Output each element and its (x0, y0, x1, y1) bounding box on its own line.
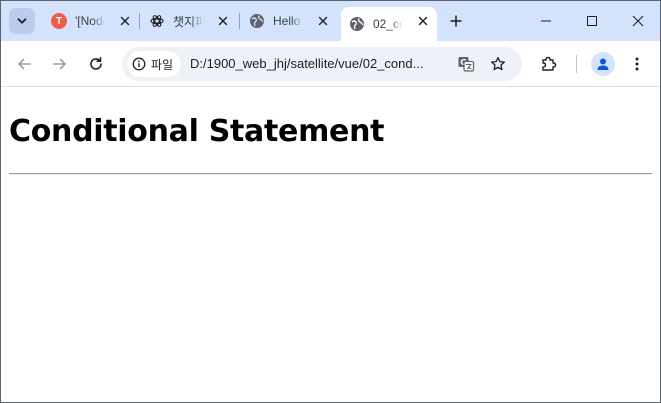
page-content: Conditional Statement (1, 88, 660, 402)
tab-chatgpt[interactable]: 챗지피티 (141, 7, 237, 35)
plus-icon (450, 15, 462, 27)
browser-window: T '[Node 챗지피티 Hello (0, 0, 661, 403)
close-icon (632, 15, 644, 27)
forward-button[interactable] (46, 50, 74, 78)
tab-close-button[interactable] (315, 13, 331, 29)
site-info-chip[interactable]: 파일 (127, 51, 182, 77)
back-button[interactable] (10, 50, 38, 78)
tab-active[interactable]: 02_cond (341, 7, 437, 41)
tab-strip: T '[Node 챗지피티 Hello (1, 1, 660, 41)
close-window-button[interactable] (617, 7, 659, 35)
tab-title: Hello (273, 14, 301, 28)
chevron-down-icon (17, 18, 27, 24)
reload-button[interactable] (82, 50, 110, 78)
globe-icon (349, 16, 365, 32)
tab-title: 02_cond (373, 17, 403, 31)
tab-close-button[interactable] (117, 13, 133, 29)
url-text[interactable]: D:/1900_web_jhj/satellite/vue/02_cond... (190, 56, 423, 71)
tab-separator (139, 13, 140, 29)
maximize-icon (587, 16, 597, 26)
person-icon (597, 58, 609, 70)
translate-button[interactable]: G (454, 52, 478, 76)
arrow-right-icon (53, 58, 66, 70)
menu-button[interactable] (623, 50, 651, 78)
new-tab-button[interactable] (445, 10, 467, 32)
close-icon (218, 16, 228, 26)
tab-node[interactable]: T '[Node (43, 7, 139, 35)
address-bar[interactable]: 파일 D:/1900_web_jhj/satellite/vue/02_cond… (122, 47, 522, 81)
page-title: Conditional Statement (9, 114, 385, 149)
tab-search-button[interactable] (9, 8, 35, 34)
reload-icon (90, 57, 102, 70)
close-icon (318, 16, 328, 26)
tab-hello[interactable]: Hello (241, 7, 337, 35)
tab-title: 챗지피티 (173, 14, 203, 29)
minimize-button[interactable] (525, 7, 567, 35)
minimize-icon (541, 20, 551, 22)
extensions-button[interactable] (535, 50, 563, 78)
tab-close-button[interactable] (215, 13, 231, 29)
tab-title: '[Node (75, 14, 105, 28)
arrow-left-icon (18, 58, 31, 70)
globe-icon (249, 13, 265, 29)
tab-close-button[interactable] (415, 13, 431, 29)
translate-icon: G (458, 57, 475, 72)
tab-separator (239, 13, 240, 29)
openai-icon (149, 13, 165, 29)
browser-toolbar: 파일 D:/1900_web_jhj/satellite/vue/02_cond… (1, 41, 660, 87)
close-icon (120, 16, 130, 26)
maximize-button[interactable] (571, 7, 613, 35)
info-icon (132, 57, 146, 71)
star-icon (491, 56, 505, 71)
puzzle-icon (542, 56, 557, 71)
bookmark-button[interactable] (486, 52, 510, 76)
profile-avatar-button[interactable] (591, 52, 615, 76)
toolbar-divider (576, 55, 577, 73)
close-icon (418, 16, 428, 26)
scheme-label: 파일 (151, 57, 174, 72)
horizontal-rule (9, 173, 652, 175)
t-logo-icon: T (51, 13, 67, 29)
more-vert-icon (635, 57, 639, 71)
